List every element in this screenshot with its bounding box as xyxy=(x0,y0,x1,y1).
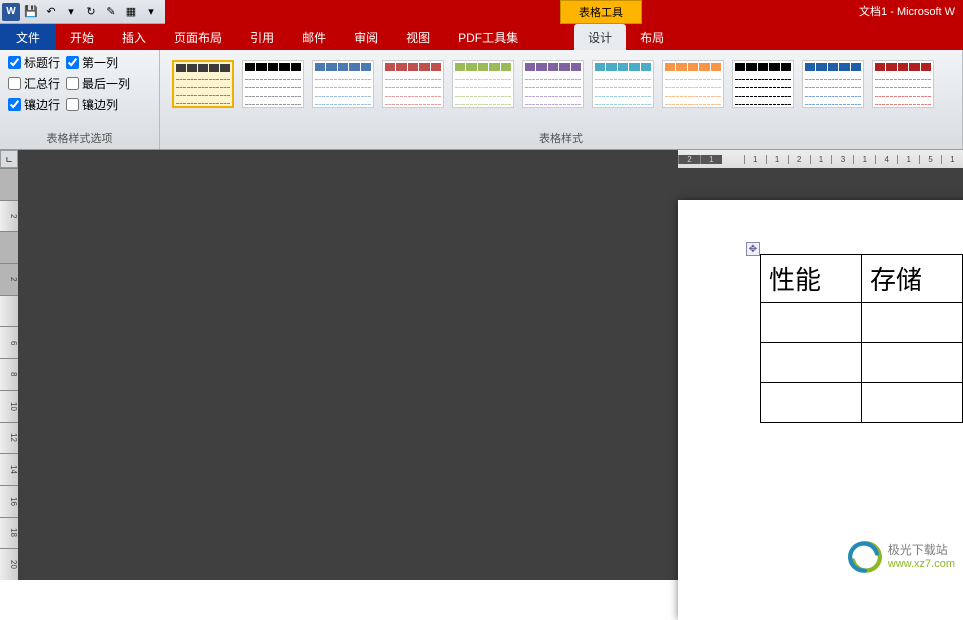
ruler-tick: 1 xyxy=(766,155,788,164)
ribbon-tabs: 文件 开始 插入 页面布局 引用 邮件 审阅 视图 PDF工具集 设计 布局 xyxy=(0,24,963,50)
table-styles-group: 表格样式 xyxy=(160,50,963,149)
title-bar: 表格工具 文档1 - Microsoft W xyxy=(165,0,963,24)
ruler-tick: 4 xyxy=(875,155,897,164)
tab-layout[interactable]: 布局 xyxy=(626,24,678,50)
undo-icon[interactable]: ↶ xyxy=(42,3,60,21)
tab-view[interactable]: 视图 xyxy=(392,24,444,50)
ruler-tick: 14 xyxy=(0,453,18,485)
watermark-logo-icon xyxy=(848,540,882,574)
checkbox-banded-rows[interactable]: 镶边行 xyxy=(8,96,60,113)
table-cell[interactable]: 存储 xyxy=(862,255,963,303)
vertical-ruler[interactable]: 2 2 68101214161820 xyxy=(0,168,18,580)
tab-design[interactable]: 设计 xyxy=(574,24,626,50)
dropdown-icon[interactable]: ▾ xyxy=(62,3,80,21)
ruler-tick: 3 xyxy=(831,155,853,164)
tab-home[interactable]: 开始 xyxy=(56,24,108,50)
checkbox-last-column[interactable]: 最后一列 xyxy=(66,75,130,92)
checkbox-first-column[interactable]: 第一列 xyxy=(66,54,118,71)
tab-references[interactable]: 引用 xyxy=(236,24,288,50)
ruler-tick: 1 xyxy=(810,155,832,164)
ruler-tick: 2 xyxy=(678,155,700,164)
table-cell[interactable] xyxy=(761,383,862,423)
ruler-tick: 12 xyxy=(0,422,18,454)
document-table[interactable]: 性能 存储 xyxy=(760,254,963,423)
table-style-option[interactable] xyxy=(452,60,514,108)
tab-pagelayout[interactable]: 页面布局 xyxy=(160,24,236,50)
table-style-option[interactable] xyxy=(312,60,374,108)
watermark-url: www.xz7.com xyxy=(888,558,955,571)
ruler-tick: 8 xyxy=(0,358,18,390)
ruler-tick xyxy=(0,231,18,263)
horizontal-ruler[interactable]: 211121314151 xyxy=(18,150,963,168)
ruler-tick xyxy=(0,168,18,200)
table-style-option[interactable] xyxy=(172,60,234,108)
edit-icon[interactable]: ✎ xyxy=(102,3,120,21)
file-tab[interactable]: 文件 xyxy=(0,24,56,50)
ruler-tick: 18 xyxy=(0,517,18,549)
tab-insert[interactable]: 插入 xyxy=(108,24,160,50)
tab-mailings[interactable]: 邮件 xyxy=(288,24,340,50)
save-icon[interactable]: 💾 xyxy=(22,3,40,21)
ruler-tick: 6 xyxy=(0,326,18,358)
ruler-tick: 16 xyxy=(0,485,18,517)
contextual-tab-label: 表格工具 xyxy=(560,0,642,24)
ruler-corner[interactable]: ㄴ xyxy=(0,150,18,168)
table-style-option[interactable] xyxy=(732,60,794,108)
table-styles-gallery xyxy=(168,54,954,114)
ribbon-content: 标题行 第一列 汇总行 最后一列 镶边行 镶边列 表格样式选项 表格样式 xyxy=(0,50,963,150)
word-icon[interactable]: W xyxy=(2,3,20,21)
table-cell[interactable]: 性能 xyxy=(761,255,862,303)
table-style-option[interactable] xyxy=(662,60,724,108)
table-cell[interactable] xyxy=(862,303,963,343)
ruler-tick xyxy=(0,295,18,327)
document-scroll-area[interactable]: ✥ 性能 存储 xyxy=(18,168,963,580)
table-cell[interactable] xyxy=(862,383,963,423)
watermark-name: 极光下载站 xyxy=(888,543,955,557)
ruler-tick: 5 xyxy=(919,155,941,164)
table-cell[interactable] xyxy=(761,303,862,343)
group-label-options: 表格样式选项 xyxy=(0,128,159,149)
ruler-tick: 1 xyxy=(744,155,766,164)
ruler-tick: 1 xyxy=(853,155,875,164)
ruler-tick: 20 xyxy=(0,548,18,580)
table-style-options-group: 标题行 第一列 汇总行 最后一列 镶边行 镶边列 表格样式选项 xyxy=(0,50,160,149)
qat-more-icon[interactable]: ▾ xyxy=(142,3,160,21)
table-move-handle[interactable]: ✥ xyxy=(746,242,760,256)
tab-review[interactable]: 审阅 xyxy=(340,24,392,50)
watermark: 极光下载站 www.xz7.com xyxy=(848,540,955,574)
checkbox-total-row[interactable]: 汇总行 xyxy=(8,75,60,92)
ruler-tick: 2 xyxy=(0,200,18,232)
ruler-tick: 1 xyxy=(700,155,722,164)
tab-pdf[interactable]: PDF工具集 xyxy=(444,24,532,50)
table-style-option[interactable] xyxy=(382,60,444,108)
checkbox-banded-columns[interactable]: 镶边列 xyxy=(66,96,118,113)
group-label-styles: 表格样式 xyxy=(160,128,962,149)
ruler-tick: 1 xyxy=(897,155,919,164)
ruler-tick: 2 xyxy=(0,263,18,295)
ruler-tick: 2 xyxy=(788,155,810,164)
document-area: 2 2 68101214161820 ✥ 性能 存储 xyxy=(0,168,963,580)
table-cell[interactable] xyxy=(761,343,862,383)
ruler-tick: 1 xyxy=(941,155,963,164)
table-cell[interactable] xyxy=(862,343,963,383)
redo-icon[interactable]: ↻ xyxy=(82,3,100,21)
table-style-option[interactable] xyxy=(592,60,654,108)
document-title: 文档1 - Microsoft W xyxy=(859,3,955,19)
table-icon[interactable]: ▦ xyxy=(122,3,140,21)
table-style-option[interactable] xyxy=(242,60,304,108)
table-style-option[interactable] xyxy=(522,60,584,108)
ruler-tick: 10 xyxy=(0,390,18,422)
table-style-option[interactable] xyxy=(802,60,864,108)
checkbox-header-row[interactable]: 标题行 xyxy=(8,54,60,71)
table-style-option[interactable] xyxy=(872,60,934,108)
